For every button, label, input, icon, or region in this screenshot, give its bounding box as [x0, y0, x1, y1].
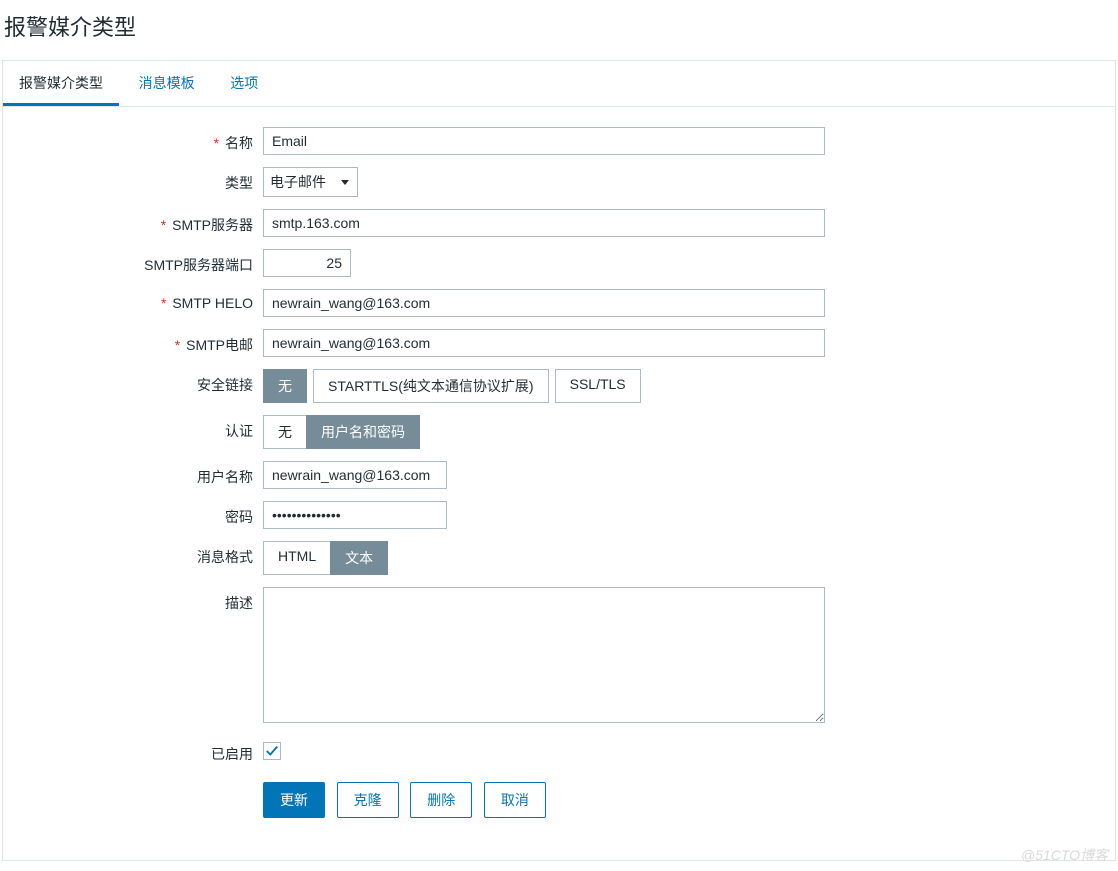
format-segment: HTML 文本 — [263, 541, 388, 575]
security-ssltls[interactable]: SSL/TLS — [555, 369, 641, 403]
label-security: 安全链接 — [43, 369, 263, 395]
description-textarea[interactable] — [263, 587, 825, 723]
tabs: 报警媒介类型 消息模板 选项 — [3, 61, 1115, 107]
auth-none[interactable]: 无 — [263, 415, 307, 449]
smtp-helo-input[interactable] — [263, 289, 825, 317]
smtp-email-input[interactable] — [263, 329, 825, 357]
tab-message-templates[interactable]: 消息模板 — [123, 61, 211, 106]
page-title: 报警媒介类型 — [0, 0, 1118, 60]
password-input[interactable] — [263, 501, 447, 529]
label-password: 密码 — [43, 501, 263, 527]
delete-button[interactable]: 删除 — [410, 782, 472, 818]
type-select[interactable]: 电子邮件 — [263, 167, 358, 197]
watermark: @51CTO博客 — [1021, 845, 1108, 865]
cancel-button[interactable]: 取消 — [484, 782, 546, 818]
check-icon — [265, 744, 279, 758]
clone-button[interactable]: 克隆 — [337, 782, 399, 818]
auth-userpass[interactable]: 用户名和密码 — [306, 415, 420, 449]
label-description: 描述 — [43, 587, 263, 613]
auth-segment: 无 用户名和密码 — [263, 415, 420, 449]
label-format: 消息格式 — [43, 541, 263, 567]
label-auth: 认证 — [43, 415, 263, 441]
label-smtp-email: * SMTP电邮 — [43, 329, 263, 355]
username-input[interactable] — [263, 461, 447, 489]
format-html[interactable]: HTML — [263, 541, 331, 575]
label-smtp-server: * SMTP服务器 — [43, 209, 263, 235]
label-smtp-port: SMTP服务器端口 — [43, 249, 263, 275]
enabled-checkbox[interactable] — [263, 742, 281, 760]
label-name: * 名称 — [43, 127, 263, 153]
tab-media-types[interactable]: 报警媒介类型 — [3, 61, 119, 106]
smtp-port-input[interactable] — [263, 249, 351, 277]
tab-options[interactable]: 选项 — [214, 61, 274, 106]
form-panel: 报警媒介类型 消息模板 选项 * 名称 类型 电子邮件 * SMTP服务器 SM… — [2, 60, 1116, 861]
security-starttls[interactable]: STARTTLS(纯文本通信协议扩展) — [313, 369, 549, 403]
label-enabled: 已启用 — [43, 738, 263, 764]
label-type: 类型 — [43, 167, 263, 193]
form-body: * 名称 类型 电子邮件 * SMTP服务器 SMTP服务器端口 * SMTP … — [3, 107, 1115, 860]
security-none[interactable]: 无 — [263, 369, 307, 403]
label-smtp-helo: * SMTP HELO — [43, 289, 263, 311]
format-text[interactable]: 文本 — [330, 541, 388, 575]
label-username: 用户名称 — [43, 461, 263, 487]
update-button[interactable]: 更新 — [263, 782, 325, 818]
security-segment: 无 STARTTLS(纯文本通信协议扩展) SSL/TLS — [263, 369, 641, 403]
name-input[interactable] — [263, 127, 825, 155]
smtp-server-input[interactable] — [263, 209, 825, 237]
